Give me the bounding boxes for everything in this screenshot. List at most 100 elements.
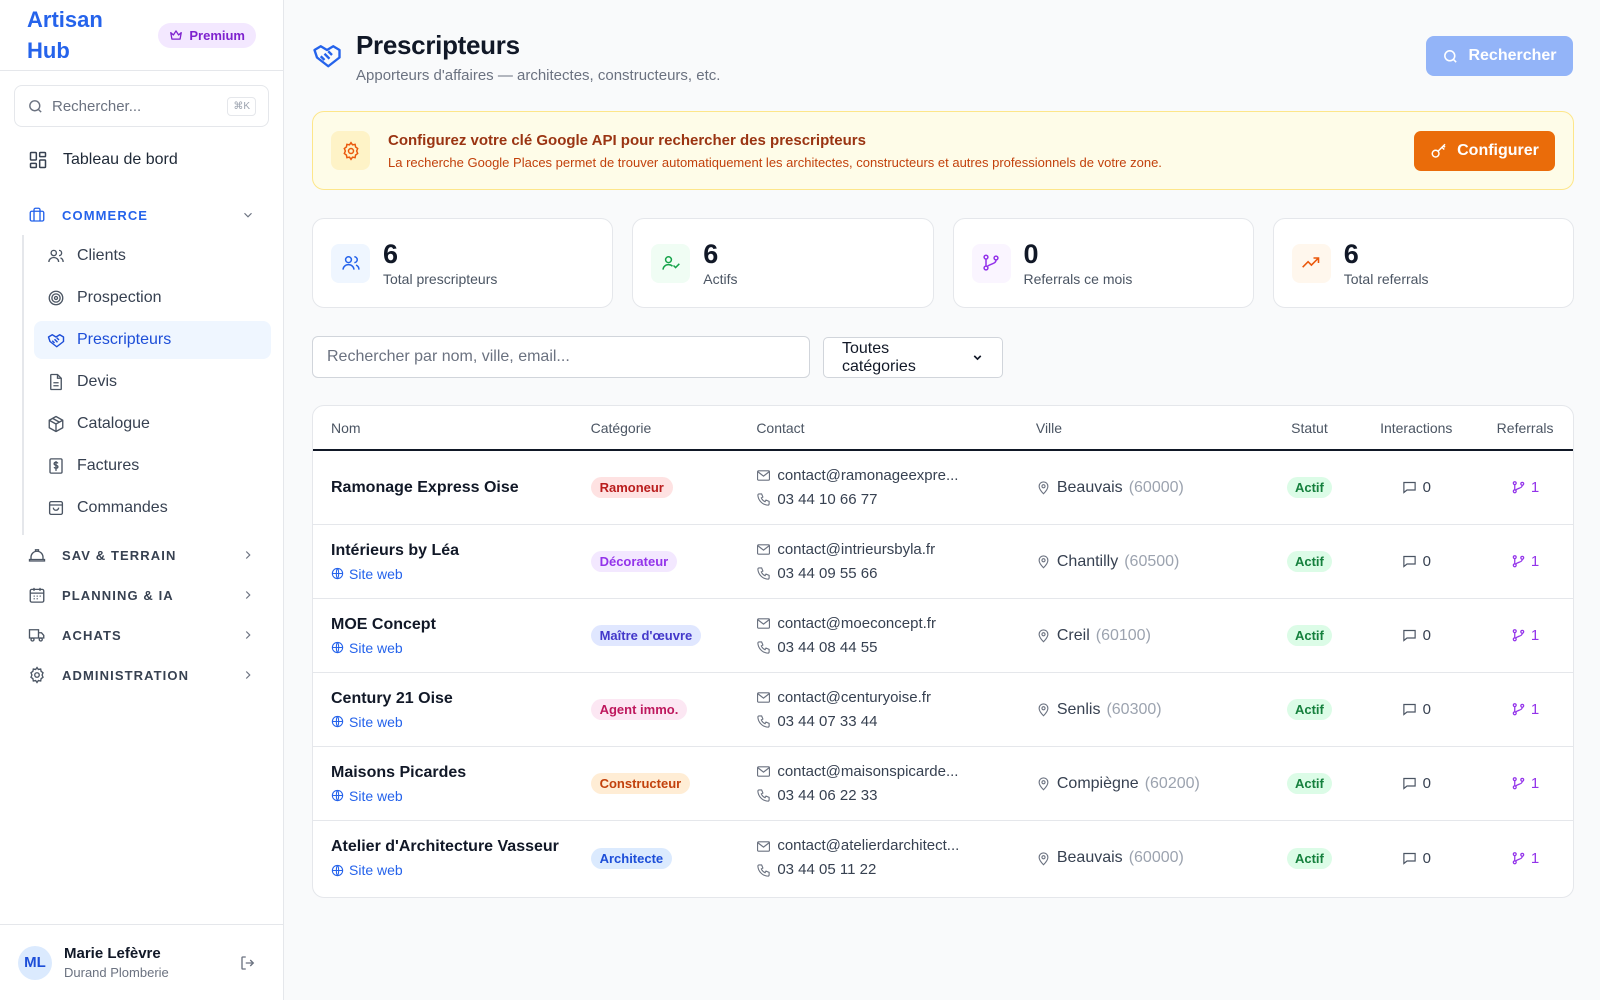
column-header-referrals[interactable]: Referrals bbox=[1477, 420, 1573, 436]
table-row[interactable]: Atelier d'Architecture Vasseur Site web … bbox=[313, 821, 1573, 895]
interactions-count[interactable]: 0 bbox=[1402, 627, 1431, 644]
phone-line[interactable]: 03 44 10 66 77 bbox=[756, 490, 1036, 510]
email-line[interactable]: contact@atelierdarchitect... bbox=[756, 836, 1036, 856]
sidebar-item-prospection[interactable]: Prospection bbox=[34, 279, 271, 317]
sidebar-item-clients[interactable]: Clients bbox=[34, 237, 271, 275]
prescripteur-name[interactable]: MOE Concept bbox=[331, 616, 591, 634]
sidebar-item-prescripteurs[interactable]: Prescripteurs bbox=[34, 321, 271, 359]
interactions-value: 0 bbox=[1422, 553, 1431, 570]
email-line[interactable]: contact@centuryoise.fr bbox=[756, 688, 1036, 708]
sidebar-item-commandes[interactable]: Commandes bbox=[34, 489, 271, 527]
referrals-count[interactable]: 1 bbox=[1511, 553, 1539, 570]
section-planning-ia[interactable]: PLANNING & IA bbox=[0, 575, 283, 615]
category-select[interactable]: Toutes catégories bbox=[823, 337, 1003, 378]
contact-cell: contact@ramonageexpre... 03 44 10 66 77 bbox=[756, 466, 1036, 510]
website-link[interactable]: Site web bbox=[331, 788, 591, 804]
section-administration[interactable]: ADMINISTRATION bbox=[0, 655, 283, 695]
configure-button[interactable]: Configurer bbox=[1414, 130, 1555, 171]
referrals-count[interactable]: 1 bbox=[1511, 479, 1539, 496]
category-cell: Maître d'œuvre bbox=[590, 625, 757, 646]
interactions-count[interactable]: 0 bbox=[1402, 775, 1431, 792]
column-header-name[interactable]: Nom bbox=[313, 420, 591, 436]
contact-phone: 03 44 08 44 55 bbox=[777, 638, 878, 656]
contact-cell: contact@intrieursbyla.fr 03 44 09 55 66 bbox=[756, 540, 1036, 584]
city-zip: (60000) bbox=[1128, 849, 1184, 866]
phone-line[interactable]: 03 44 06 22 33 bbox=[756, 786, 1036, 806]
brand-logo[interactable]: Artisan Hub bbox=[27, 4, 117, 66]
status-badge: Actif bbox=[1286, 551, 1332, 572]
email-line[interactable]: contact@ramonageexpre... bbox=[756, 466, 1036, 486]
interactions-count[interactable]: 0 bbox=[1402, 553, 1431, 570]
avatar[interactable]: ML bbox=[18, 945, 52, 980]
sidebar-item-factures[interactable]: Factures bbox=[34, 447, 271, 485]
table-row[interactable]: MOE Concept Site web Maître d'œuvre cont… bbox=[313, 599, 1573, 673]
status-badge: Actif bbox=[1286, 773, 1332, 794]
phone-line[interactable]: 03 44 09 55 66 bbox=[756, 564, 1036, 584]
sidebar-item-devis[interactable]: Devis bbox=[34, 363, 271, 401]
table-row[interactable]: Maisons Picardes Site web Constructeur c… bbox=[313, 747, 1573, 821]
category-cell: Décorateur bbox=[590, 551, 757, 572]
chevron-right-icon bbox=[241, 588, 255, 602]
table-row[interactable]: Century 21 Oise Site web Agent immo. con… bbox=[313, 673, 1573, 747]
interactions-value: 0 bbox=[1422, 479, 1431, 496]
filter-search-input[interactable]: Rechercher par nom, ville, email... bbox=[312, 336, 810, 378]
referrals-count[interactable]: 1 bbox=[1511, 775, 1539, 792]
section-commerce[interactable]: COMMERCE bbox=[0, 195, 283, 235]
email-line[interactable]: contact@moeconcept.fr bbox=[756, 614, 1036, 634]
email-line[interactable]: contact@maisonspicarde... bbox=[756, 762, 1036, 782]
column-header-contact[interactable]: Contact bbox=[756, 420, 1036, 436]
prescripteur-name[interactable]: Atelier d'Architecture Vasseur bbox=[331, 838, 591, 856]
table-row[interactable]: Intérieurs by Léa Site web Décorateur co… bbox=[313, 525, 1573, 599]
sidebar-search-input[interactable]: Rechercher... ⌘K bbox=[14, 85, 269, 127]
stat-value: 6 bbox=[1343, 238, 1359, 269]
city-name: Beauvais bbox=[1056, 478, 1123, 496]
category-cell: Architecte bbox=[590, 847, 757, 869]
prescripteur-name[interactable]: Maisons Picardes bbox=[331, 764, 591, 782]
column-header-city[interactable]: Ville bbox=[1036, 420, 1264, 436]
referrals-count[interactable]: 1 bbox=[1511, 701, 1539, 718]
stat-label: Total prescripteurs bbox=[383, 270, 498, 287]
prescripteur-name[interactable]: Ramonage Express Oise bbox=[331, 479, 591, 497]
logout-icon[interactable] bbox=[239, 954, 257, 972]
column-header-category[interactable]: Catégorie bbox=[591, 420, 757, 436]
city-zip: (60300) bbox=[1106, 700, 1162, 718]
interactions-count[interactable]: 0 bbox=[1402, 701, 1431, 718]
referrals-count[interactable]: 1 bbox=[1511, 850, 1539, 867]
website-link[interactable]: Site web bbox=[331, 640, 591, 656]
section-sav-terrain[interactable]: SAV & TERRAIN bbox=[0, 535, 283, 575]
handshake-icon bbox=[312, 40, 342, 70]
status-badge: Actif bbox=[1286, 699, 1332, 720]
column-header-interactions[interactable]: Interactions bbox=[1355, 420, 1477, 436]
sidebar-item-catalogue[interactable]: Catalogue bbox=[34, 405, 271, 443]
phone-line[interactable]: 03 44 08 44 55 bbox=[756, 638, 1036, 658]
map-pin-icon bbox=[1036, 554, 1051, 569]
interactions-count[interactable]: 0 bbox=[1402, 850, 1431, 867]
contact-email: contact@centuryoise.fr bbox=[777, 688, 931, 706]
table-row[interactable]: Ramonage Express Oise Ramoneur contact@r… bbox=[313, 451, 1573, 525]
referrals-count[interactable]: 1 bbox=[1511, 627, 1539, 644]
email-line[interactable]: contact@intrieursbyla.fr bbox=[756, 540, 1036, 560]
nav-dashboard[interactable]: Tableau de bord bbox=[0, 139, 283, 181]
sidebar-item-label: Clients bbox=[77, 247, 126, 264]
mail-icon bbox=[756, 690, 771, 705]
prescripteur-name[interactable]: Century 21 Oise bbox=[331, 690, 591, 708]
column-header-status[interactable]: Statut bbox=[1264, 420, 1356, 436]
globe-icon bbox=[331, 789, 344, 802]
website-link[interactable]: Site web bbox=[331, 714, 591, 730]
chevron-down-icon bbox=[971, 351, 984, 364]
search-prescripteurs-button[interactable]: Rechercher bbox=[1426, 36, 1573, 76]
user-info: Marie Lefèvre Durand Plomberie bbox=[64, 945, 169, 980]
phone-line[interactable]: 03 44 07 33 44 bbox=[756, 712, 1036, 732]
prescripteur-name[interactable]: Intérieurs by Léa bbox=[331, 542, 591, 560]
website-link[interactable]: Site web bbox=[331, 862, 591, 878]
stat-card-total-referrals: 6 Total referrals bbox=[1272, 218, 1574, 308]
shortcut-hint: ⌘K bbox=[227, 96, 256, 116]
website-link[interactable]: Site web bbox=[331, 566, 591, 582]
map-pin-icon bbox=[1036, 628, 1051, 643]
section-achats-label: ACHATS bbox=[62, 627, 122, 643]
interactions-count[interactable]: 0 bbox=[1402, 479, 1431, 496]
category-select-value: Toutes catégories bbox=[842, 339, 916, 375]
phone-line[interactable]: 03 44 05 11 22 bbox=[756, 860, 1036, 880]
section-achats[interactable]: ACHATS bbox=[0, 615, 283, 655]
git-branch-icon bbox=[1511, 851, 1526, 866]
